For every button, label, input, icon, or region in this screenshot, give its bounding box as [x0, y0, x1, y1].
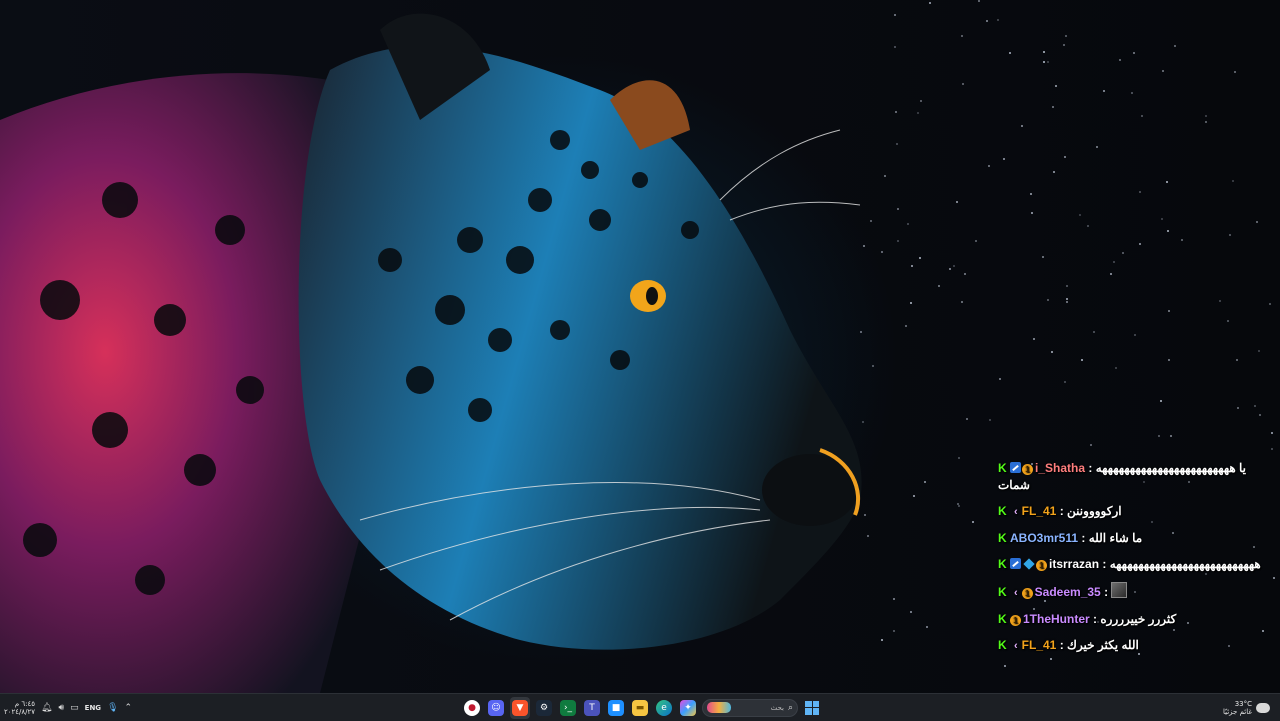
chevron-up-icon[interactable]: ⌃ [125, 703, 133, 713]
system-tray: ٦:٤٥ م ٢٠٢٤/٨/٢٧ 🔔︎ 🔊︎ ▭ ENG 🎙︎ ⌃ [4, 694, 132, 721]
clock-date: ٢٠٢٤/٨/٢٧ [4, 707, 36, 716]
chat-message: K 1 1TheHunter : كثررر خييرررره [998, 611, 1278, 628]
chat-message: K 1 itsrrazan : هههههههههههههههههههههههههه… [998, 556, 1278, 573]
chat-message: K ‹ FL_41 : الله يكثر خيرك [998, 637, 1278, 655]
volume-icon[interactable]: 🔊︎ [58, 703, 64, 713]
kick-badge-icon: K [998, 461, 1007, 475]
taskbar-app-brave[interactable]: ▼ [510, 696, 530, 719]
weather-temp: 33°C [1234, 699, 1252, 708]
chat-text: اركووووننن [1067, 504, 1122, 518]
live-chat-overlay: K 1 i_Shatha : يا هههههههههههههههههههههههه… [998, 460, 1278, 664]
chat-username[interactable]: ABO3mr511 [1010, 531, 1078, 545]
kick-badge-icon: K [998, 531, 1007, 545]
verified-badge-icon [1010, 462, 1021, 473]
chat-text: ههههههههههههههههههههههههههه [1109, 557, 1261, 571]
chevron-badge-icon: ‹ [1014, 587, 1018, 599]
kick-badge-icon: K [998, 504, 1007, 518]
taskbar-apps: ● ☺ ▼ ⚙ ›_ T ■ ▬ e ✦ بحث ⌕ [462, 694, 822, 721]
chevron-badge-icon: ‹ [1014, 506, 1018, 518]
copilot-icon: ✦ [680, 699, 696, 716]
brave-icon: ▼ [512, 699, 528, 716]
microphone-icon[interactable]: 🎙︎ [107, 703, 118, 713]
cube-badge-icon [1023, 558, 1035, 570]
discord-icon: ☺ [488, 699, 504, 716]
chat-image-thumbnail[interactable] [1111, 582, 1128, 598]
chat-separator: : [1093, 612, 1098, 626]
windows-logo-icon [805, 700, 819, 715]
taskbar-app-discord[interactable]: ☺ [486, 697, 506, 719]
chat-username[interactable]: FL_41 [1022, 504, 1057, 518]
teams-icon: T [584, 699, 600, 716]
chat-separator: : [1059, 638, 1064, 652]
search-icon: ⌕ [787, 702, 793, 713]
chat-username[interactable]: FL_41 [1022, 638, 1057, 652]
coin-badge-icon: 1 [1021, 588, 1033, 599]
kick-badge-icon: K [998, 557, 1007, 571]
chat-username[interactable]: Sadeem_35 [1035, 585, 1101, 599]
chat-text: الله يكثر خيرك [1067, 638, 1139, 652]
chat-text: ما شاء الله [1088, 531, 1143, 545]
chevron-badge-icon: ‹ [1014, 640, 1018, 652]
search-placeholder: بحث [770, 703, 784, 712]
search-input[interactable]: بحث ⌕ [702, 698, 798, 717]
chat-message: K 1 i_Shatha : يا هههههههههههههههههههههههه… [998, 460, 1278, 494]
search-highlight-image [707, 702, 731, 713]
chat-text-continued: شمات [998, 478, 1030, 492]
clock[interactable]: ٦:٤٥ م ٢٠٢٤/٨/٢٧ [4, 700, 35, 716]
taskbar: ٦:٤٥ م ٢٠٢٤/٨/٢٧ 🔔︎ 🔊︎ ▭ ENG 🎙︎ ⌃ ● ☺ ▼ … [0, 693, 1280, 721]
chat-username[interactable]: i_Shatha [1035, 461, 1085, 475]
taskbar-app-terminal[interactable]: ›_ [558, 697, 578, 719]
chat-message: K ABO3mr511 : ما شاء الله [998, 530, 1278, 547]
chat-separator: : [1104, 585, 1109, 599]
chat-username[interactable]: 1TheHunter [1023, 612, 1090, 626]
coin-badge-icon: 1 [1010, 615, 1021, 626]
chat-text: يا ههههههههههههههههههههههههه [1095, 461, 1247, 475]
clock-time: ٦:٤٥ م [14, 699, 36, 708]
app-icon-1: ● [464, 699, 480, 716]
coin-badge-icon: 1 [1022, 464, 1033, 475]
chat-username[interactable]: itsrrazan [1049, 557, 1099, 571]
partly-cloudy-icon [1253, 699, 1270, 713]
file-explorer-icon: ▬ [632, 699, 648, 716]
weather-widget[interactable]: 33°C غائم جزئيًا [1223, 694, 1270, 721]
kick-badge-icon: K [998, 638, 1007, 652]
bell-icon[interactable]: 🔔︎ [41, 703, 52, 713]
taskbar-app-1[interactable]: ● [462, 697, 482, 719]
kick-badge-icon: K [998, 585, 1007, 599]
chat-separator: : [1059, 504, 1064, 518]
network-icon[interactable]: ▭ [70, 703, 79, 713]
start-button[interactable] [802, 697, 822, 719]
coin-badge-icon: 1 [1036, 560, 1047, 571]
taskbar-app-teams[interactable]: T [582, 697, 602, 719]
taskbar-app-store[interactable]: ■ [606, 697, 626, 719]
chat-message: K ‹ 1 Sadeem_35 : [998, 582, 1278, 602]
steam-icon: ⚙ [536, 699, 552, 716]
terminal-icon: ›_ [560, 699, 576, 716]
weather-desc: غائم جزئيًا [1222, 707, 1252, 716]
verified-badge-icon [1010, 558, 1021, 569]
chat-separator: : [1088, 461, 1093, 475]
chat-text: كثررر خييرررره [1100, 612, 1177, 626]
edge-icon: e [656, 699, 672, 716]
store-icon: ■ [608, 699, 624, 716]
taskbar-app-edge[interactable]: e [654, 697, 674, 719]
chat-separator: : [1102, 557, 1107, 571]
language-indicator[interactable]: ENG [85, 704, 101, 712]
chat-message: K ‹ FL_41 : اركووووننن [998, 503, 1278, 521]
chat-separator: : [1081, 531, 1086, 545]
taskbar-app-steam[interactable]: ⚙ [534, 697, 554, 719]
taskbar-app-copilot[interactable]: ✦ [678, 697, 698, 719]
kick-badge-icon: K [998, 612, 1007, 626]
taskbar-app-file-explorer[interactable]: ▬ [630, 697, 650, 719]
